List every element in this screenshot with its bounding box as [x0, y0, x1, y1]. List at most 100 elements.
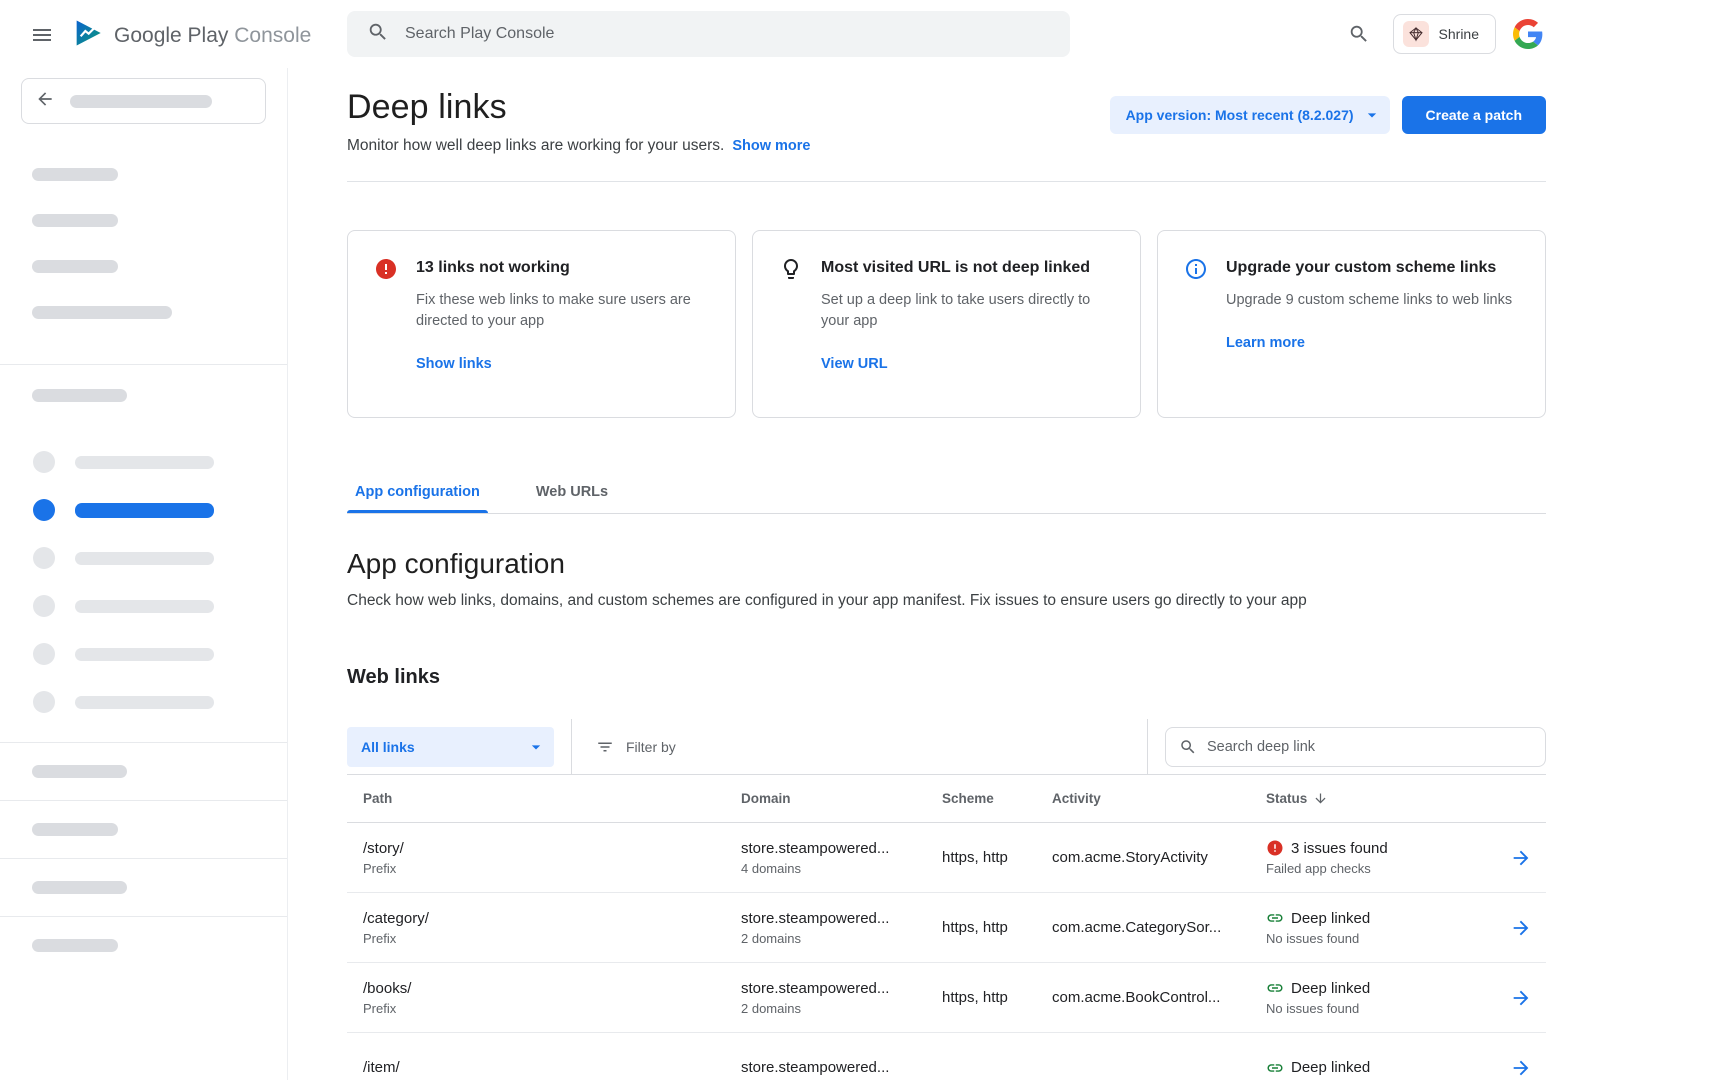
open-detail-arrow[interactable] — [1503, 980, 1539, 1016]
column-domain: Domain — [741, 791, 942, 806]
nav-item-icon — [33, 451, 55, 473]
google-account-icon[interactable] — [1510, 16, 1546, 52]
path-value: /books/ — [363, 980, 741, 997]
status-detail: No issues found — [1266, 931, 1496, 946]
card-title: Most visited URL is not deep linked — [821, 259, 1114, 277]
table-row[interactable]: /category/ Prefix store.steampowered... … — [347, 893, 1546, 963]
sidebar-item[interactable] — [0, 438, 287, 486]
path-type: Prefix — [363, 861, 741, 876]
path-value: /item/ — [363, 1059, 741, 1076]
sidebar-section — [0, 916, 287, 974]
back-arrow-icon — [35, 89, 55, 114]
nav-item-icon — [33, 499, 55, 521]
skeleton-bar — [75, 456, 214, 469]
path-value: /category/ — [363, 910, 741, 927]
sidebar-item-selected[interactable] — [0, 486, 287, 534]
skeleton-bar — [75, 696, 214, 709]
card-most-visited-url: Most visited URL is not deep linked Set … — [752, 230, 1141, 418]
path-type: Prefix — [363, 1001, 741, 1016]
table-row[interactable]: /story/ Prefix store.steampowered... 4 d… — [347, 823, 1546, 893]
sidebar-item[interactable] — [0, 630, 287, 678]
deep-link-search-field[interactable] — [1165, 727, 1546, 767]
column-activity: Activity — [1052, 791, 1266, 806]
column-status-label: Status — [1266, 791, 1307, 806]
back-button[interactable] — [21, 78, 266, 124]
shrine-app-icon — [1403, 21, 1429, 47]
app-switcher-chip[interactable]: Shrine — [1393, 14, 1496, 54]
path-type: Prefix — [363, 931, 741, 946]
filter-icon — [596, 738, 614, 756]
domain-count: 2 domains — [741, 1001, 942, 1016]
learn-more-link[interactable]: Learn more — [1226, 335, 1305, 351]
hamburger-menu-icon[interactable] — [28, 22, 56, 50]
nav-item-icon — [33, 595, 55, 617]
status-value: Deep linked — [1291, 980, 1370, 997]
global-search-input[interactable] — [405, 25, 1050, 43]
view-url-link[interactable]: View URL — [821, 356, 888, 372]
domain-value: store.steampowered... — [741, 840, 942, 857]
lightbulb-icon — [779, 257, 803, 281]
web-links-heading: Web links — [347, 666, 1546, 689]
column-scheme: Scheme — [942, 791, 1052, 806]
status-value: 3 issues found — [1291, 840, 1388, 857]
card-title: 13 links not working — [416, 259, 709, 277]
page-title: Deep links — [347, 88, 810, 127]
card-upgrade-scheme-links: Upgrade your custom scheme links Upgrade… — [1157, 230, 1546, 418]
sort-descending-icon[interactable] — [1313, 791, 1328, 806]
table-row[interactable]: /item/ store.steampowered... Deep linked — [347, 1033, 1546, 1080]
skeleton-bar — [75, 503, 214, 518]
section-description: Check how web links, domains, and custom… — [347, 592, 1546, 610]
filter-by-button[interactable]: Filter by — [572, 738, 1147, 756]
skeleton-bar — [32, 881, 127, 894]
global-search-bar[interactable] — [347, 11, 1070, 57]
top-bar: Google Play Console Shrine — [0, 0, 1728, 68]
sidebar-item[interactable] — [0, 534, 287, 582]
sidebar-item[interactable] — [0, 582, 287, 630]
activity-value: com.acme.StoryActivity — [1052, 849, 1266, 866]
link-icon — [1266, 979, 1284, 997]
skeleton-bar — [75, 552, 214, 565]
skeleton-bar — [32, 389, 127, 402]
card-links-not-working: 13 links not working Fix these web links… — [347, 230, 736, 418]
sidebar-item[interactable] — [0, 678, 287, 726]
show-links-link[interactable]: Show links — [416, 356, 492, 372]
search-icon — [367, 21, 389, 48]
tab-web-urls[interactable]: Web URLs — [528, 470, 616, 513]
scheme-value: https, http — [942, 919, 1052, 936]
main-content: Deep links Monitor how well deep links a… — [347, 68, 1546, 1080]
sidebar-section — [0, 800, 287, 858]
section-title: App configuration — [347, 548, 1546, 580]
tab-bar: App configuration Web URLs — [347, 470, 1546, 514]
insight-cards: 13 links not working Fix these web links… — [347, 230, 1546, 418]
create-patch-button[interactable]: Create a patch — [1402, 96, 1546, 134]
logo-text: Google Play Console — [114, 24, 311, 48]
open-detail-arrow[interactable] — [1503, 910, 1539, 946]
chevron-down-icon — [526, 737, 546, 757]
column-path: Path — [347, 791, 741, 806]
tab-app-configuration[interactable]: App configuration — [347, 470, 488, 513]
nav-item-icon — [33, 643, 55, 665]
show-more-link[interactable]: Show more — [732, 138, 810, 154]
table-toolbar: All links Filter by — [347, 719, 1546, 775]
open-detail-arrow[interactable] — [1503, 840, 1539, 876]
deep-link-search-input[interactable] — [1207, 739, 1532, 755]
sidebar-nav-list — [0, 426, 287, 742]
skeleton-bar — [70, 95, 212, 108]
chevron-down-icon — [1362, 105, 1382, 125]
status-detail: No issues found — [1266, 1001, 1496, 1016]
open-detail-arrow[interactable] — [1503, 1050, 1539, 1080]
search-icon-button[interactable] — [1339, 14, 1379, 54]
play-console-app: Google Play Console Shrine — [0, 0, 1728, 1080]
card-body: Fix these web links to make sure users a… — [416, 290, 709, 332]
column-status[interactable]: Status — [1266, 791, 1496, 806]
sidebar-skeleton-group — [0, 365, 287, 426]
skeleton-bar — [75, 648, 214, 661]
app-version-dropdown[interactable]: App version: Most recent (8.2.027) — [1110, 96, 1390, 134]
table-row[interactable]: /books/ Prefix store.steampowered... 2 d… — [347, 963, 1546, 1033]
error-icon — [374, 257, 398, 281]
links-filter-dropdown[interactable]: All links — [347, 727, 554, 767]
topbar-right-cluster: Shrine — [1339, 14, 1546, 54]
scheme-value: https, http — [942, 989, 1052, 1006]
play-console-logo[interactable]: Google Play Console — [72, 17, 311, 54]
info-icon — [1184, 257, 1208, 281]
